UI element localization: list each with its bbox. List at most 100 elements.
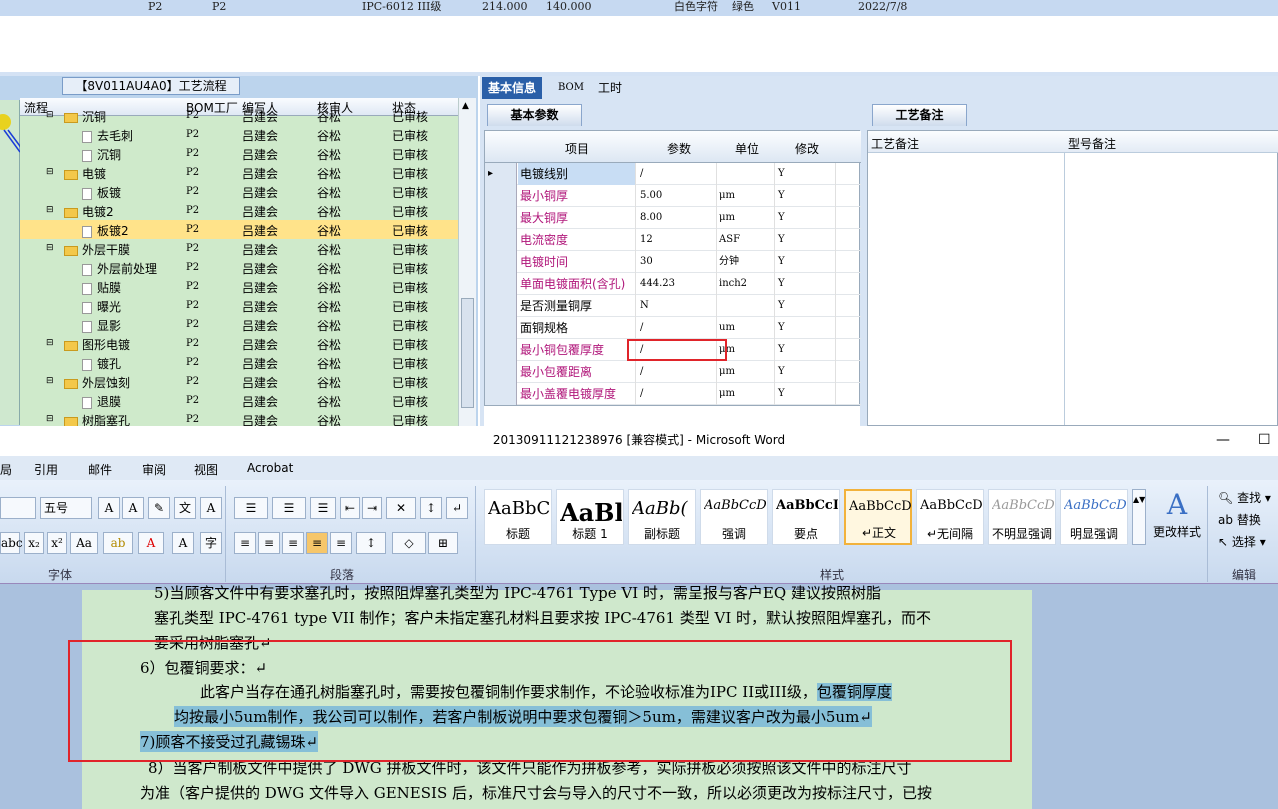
param-row[interactable]: ▸ 电镀线别 / Y bbox=[485, 163, 861, 185]
row-header[interactable] bbox=[485, 251, 517, 273]
row-header[interactable] bbox=[485, 317, 517, 339]
replace-button[interactable]: ab 替换 bbox=[1218, 511, 1261, 528]
param-cell-value[interactable]: 30 bbox=[637, 251, 717, 273]
row-header[interactable] bbox=[485, 185, 517, 207]
param-cell-value[interactable]: / bbox=[637, 163, 717, 185]
tab-process-notes[interactable]: 工艺备注 bbox=[872, 104, 967, 126]
basic-params-grid[interactable]: 项目 参数 单位 修改 ▸ 电镀线别 / Y 最小铜厚 5.00 μm Y 最大铜厚 8.00 μm… bbox=[484, 130, 861, 406]
param-row[interactable]: 最小铜厚 5.00 μm Y bbox=[485, 185, 861, 207]
tree-row[interactable]: 贴膜 P2 吕建会 谷松 已审核 bbox=[20, 277, 458, 296]
tree-row[interactable]: 沉铜 P2 吕建会 谷松 已审核 bbox=[20, 144, 458, 163]
tree-row[interactable]: 沉铜 ⊟ P2 吕建会 谷松 已审核 bbox=[20, 106, 458, 125]
shrink-font-icon[interactable]: A bbox=[122, 497, 144, 519]
style-item[interactable]: AaBl 标题 1 bbox=[556, 489, 624, 545]
tab-layout[interactable]: 局 bbox=[0, 461, 12, 478]
scroll-thumb[interactable] bbox=[461, 298, 474, 408]
decrease-indent-icon[interactable]: ⇤ bbox=[340, 497, 360, 519]
row-header[interactable] bbox=[485, 383, 517, 405]
style-item[interactable]: AaBb(副标题 bbox=[628, 489, 696, 545]
distribute-icon[interactable]: ≡ bbox=[330, 532, 352, 554]
multilevel-icon[interactable]: ☰ bbox=[310, 497, 336, 519]
font-name-field[interactable] bbox=[0, 497, 36, 519]
collapse-icon[interactable]: ⊟ bbox=[46, 338, 54, 348]
shading-icon[interactable]: ◇ bbox=[392, 532, 426, 554]
highlight-icon[interactable]: ab bbox=[103, 532, 133, 554]
phonetic-icon[interactable]: 文 bbox=[174, 497, 196, 519]
tree-row[interactable]: 外层前处理 P2 吕建会 谷松 已审核 bbox=[20, 258, 458, 277]
tab-basic-params[interactable]: 基本参数 bbox=[487, 104, 582, 126]
subscript-icon[interactable]: x₂ bbox=[24, 532, 44, 554]
collapse-icon[interactable]: ⊟ bbox=[46, 414, 54, 424]
tab-basic-info[interactable]: 基本信息 bbox=[482, 77, 543, 99]
show-marks-icon[interactable]: ↵ bbox=[446, 497, 468, 519]
param-row[interactable]: 面铜规格 / um Y bbox=[485, 317, 861, 339]
clear-format-icon[interactable]: ✎ bbox=[148, 497, 170, 519]
char-border-icon[interactable]: A bbox=[200, 497, 222, 519]
style-item[interactable]: AaBbCcDc 强调 bbox=[700, 489, 768, 545]
collapse-icon[interactable]: ⊟ bbox=[46, 205, 54, 215]
tree-row[interactable]: 电镀 ⊟ P2 吕建会 谷松 已审核 bbox=[20, 163, 458, 182]
param-row[interactable]: 电镀时间 30 分钟 Y bbox=[485, 251, 861, 273]
align-center-icon[interactable]: ≡ bbox=[258, 532, 280, 554]
collapse-icon[interactable]: ⊟ bbox=[46, 110, 54, 120]
tree-row[interactable]: 曝光 P2 吕建会 谷松 已审核 bbox=[20, 296, 458, 315]
tree-scrollbar[interactable]: ▲ bbox=[458, 98, 476, 426]
minimize-button[interactable]: — bbox=[1216, 426, 1230, 454]
tree-row[interactable]: 外层干膜 ⊟ P2 吕建会 谷松 已审核 bbox=[20, 239, 458, 258]
align-right-icon[interactable]: ≡ bbox=[282, 532, 304, 554]
row-header[interactable] bbox=[485, 207, 517, 229]
tree-row[interactable]: 图形电镀 ⊟ P2 吕建会 谷松 已审核 bbox=[20, 334, 458, 353]
param-row[interactable]: 是否测量铜厚 N Y bbox=[485, 295, 861, 317]
tab-mailings[interactable]: 邮件 bbox=[88, 461, 112, 478]
tree-row[interactable]: 镀孔 P2 吕建会 谷松 已审核 bbox=[20, 353, 458, 372]
param-cell-value[interactable]: N bbox=[637, 295, 717, 317]
param-cell-value[interactable]: / bbox=[637, 317, 717, 339]
style-item[interactable]: AaBbC 标题 bbox=[484, 489, 552, 545]
tree-row[interactable]: 显影 P2 吕建会 谷松 已审核 bbox=[20, 315, 458, 334]
tree-row[interactable]: 退膜 P2 吕建会 谷松 已审核 bbox=[20, 391, 458, 410]
notes-panel[interactable]: 工艺备注 型号备注 bbox=[867, 130, 1278, 426]
change-case-icon[interactable]: Aa bbox=[70, 532, 98, 554]
param-cell-value[interactable]: / bbox=[637, 361, 717, 383]
numbering-icon[interactable]: ☰ bbox=[272, 497, 306, 519]
collapse-icon[interactable]: ⊟ bbox=[46, 243, 54, 253]
row-header[interactable] bbox=[485, 229, 517, 251]
style-item[interactable]: AaBbCcDc 明显强调 bbox=[1060, 489, 1128, 545]
param-cell-value[interactable]: 8.00 bbox=[637, 207, 717, 229]
increase-indent-icon[interactable]: ⇥ bbox=[362, 497, 382, 519]
tab-bom[interactable]: BOM bbox=[552, 77, 590, 99]
tab-acrobat[interactable]: Acrobat bbox=[247, 461, 293, 475]
tree-row[interactable]: 板镀2 P2 吕建会 谷松 已审核 bbox=[20, 220, 458, 239]
tab-references[interactable]: 引用 bbox=[34, 461, 58, 478]
param-cell-value[interactable]: 444.23 bbox=[637, 273, 717, 295]
font-color-icon[interactable]: A bbox=[138, 532, 164, 554]
sort-icon[interactable]: ↕ bbox=[420, 497, 442, 519]
param-row[interactable]: 单面电镀面积(含孔) 444.23 inch2 Y bbox=[485, 273, 861, 295]
tree-row[interactable]: 树脂塞孔 ⊟ P2 吕建会 谷松 已审核 bbox=[20, 410, 458, 426]
param-row[interactable]: 最小包覆距离 / μm Y bbox=[485, 361, 861, 383]
top-grid-row[interactable]: P2 P2 IPC-6012 III级 214.000 140.000 白色字符… bbox=[0, 0, 1278, 16]
styles-scroll[interactable]: ▲▼ bbox=[1132, 489, 1146, 545]
tab-view[interactable]: 视图 bbox=[194, 461, 218, 478]
tree-row[interactable]: 板镀 P2 吕建会 谷松 已审核 bbox=[20, 182, 458, 201]
justify-icon[interactable]: ≡ bbox=[306, 532, 328, 554]
param-row[interactable]: 最小盖覆电镀厚度 / μm Y bbox=[485, 383, 861, 405]
param-row[interactable]: 最大铜厚 8.00 μm Y bbox=[485, 207, 861, 229]
row-header[interactable]: ▸ bbox=[485, 163, 517, 185]
collapse-icon[interactable]: ⊟ bbox=[46, 167, 54, 177]
param-cell-value[interactable]: 12 bbox=[637, 229, 717, 251]
change-styles-button[interactable]: A 更改样式 bbox=[1150, 487, 1204, 557]
row-header[interactable] bbox=[485, 273, 517, 295]
chinese-layout-icon[interactable]: ✕ bbox=[386, 497, 416, 519]
tab-review[interactable]: 审阅 bbox=[142, 461, 166, 478]
style-item[interactable]: AaBbCcD 要点 bbox=[772, 489, 840, 545]
select-button[interactable]: ↖ 选择 ▾ bbox=[1218, 533, 1266, 550]
param-cell-value[interactable]: / bbox=[637, 383, 717, 405]
find-button[interactable]: 🔍︎ 查找 ▾ bbox=[1218, 489, 1271, 506]
align-left-icon[interactable]: ≡ bbox=[234, 532, 256, 554]
tab-worktime[interactable]: 工时 bbox=[592, 77, 628, 99]
style-item[interactable]: AaBbCcDc ↵正文 bbox=[844, 489, 912, 545]
param-cell-value[interactable]: 5.00 bbox=[637, 185, 717, 207]
enclose-char-icon[interactable]: 字 bbox=[200, 532, 222, 554]
process-tree-grid[interactable]: 流程 BOM工厂 编写人 核审人 状态 沉铜 ⊟ P2 吕建会 谷松 已审核 去毛刺 P2 吕建… bbox=[20, 98, 458, 426]
